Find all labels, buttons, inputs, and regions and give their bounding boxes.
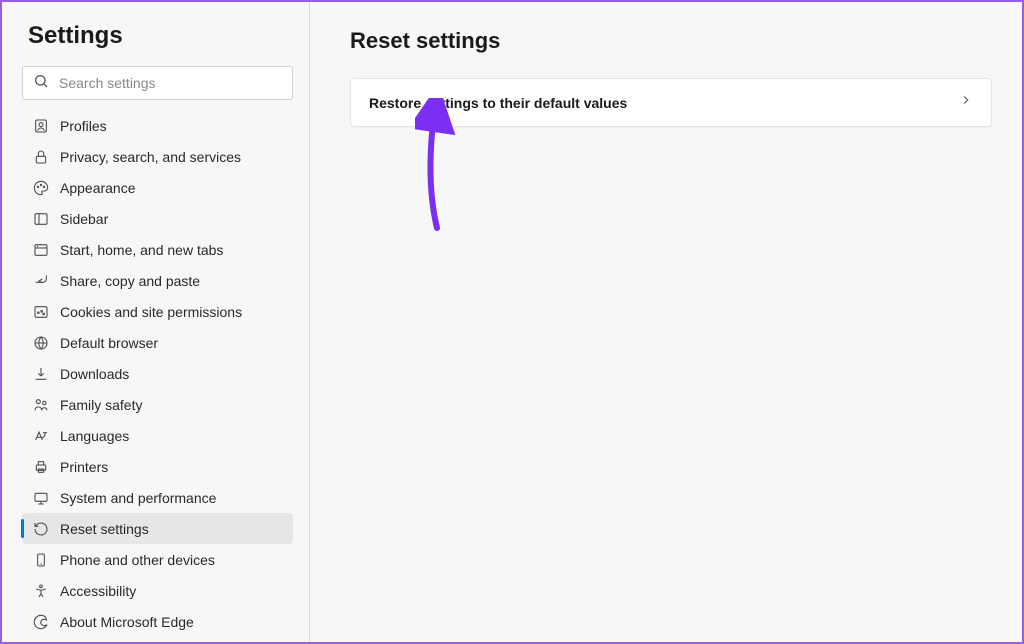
- sidebar-item-label: System and performance: [60, 490, 216, 506]
- languages-icon: [32, 427, 50, 445]
- sidebar-item-privacy[interactable]: Privacy, search, and services: [22, 141, 293, 172]
- sidebar-icon: [32, 210, 50, 228]
- sidebar-item-label: Printers: [60, 459, 108, 475]
- sidebar-item-languages[interactable]: Languages: [22, 420, 293, 451]
- sidebar-item-label: Sidebar: [60, 211, 108, 227]
- edge-icon: [32, 613, 50, 631]
- sidebar-item-label: Default browser: [60, 335, 158, 351]
- sidebar-item-label: Start, home, and new tabs: [60, 242, 223, 258]
- sidebar-item-label: Privacy, search, and services: [60, 149, 241, 165]
- sidebar-item-default-browser[interactable]: Default browser: [22, 327, 293, 358]
- family-icon: [32, 396, 50, 414]
- chevron-right-icon: [959, 93, 973, 112]
- sidebar-item-start[interactable]: Start, home, and new tabs: [22, 234, 293, 265]
- restore-defaults-button[interactable]: Restore settings to their default values: [350, 78, 992, 127]
- sidebar-item-family[interactable]: Family safety: [22, 389, 293, 420]
- search-icon: [33, 73, 49, 94]
- cookies-icon: [32, 303, 50, 321]
- accessibility-icon: [32, 582, 50, 600]
- sidebar-item-label: Profiles: [60, 118, 107, 134]
- sidebar-item-cookies[interactable]: Cookies and site permissions: [22, 296, 293, 327]
- system-icon: [32, 489, 50, 507]
- search-box[interactable]: [22, 66, 293, 100]
- settings-title: Settings: [22, 22, 293, 50]
- sidebar-item-sidebar[interactable]: Sidebar: [22, 203, 293, 234]
- sidebar-item-system[interactable]: System and performance: [22, 482, 293, 513]
- sidebar-item-downloads[interactable]: Downloads: [22, 358, 293, 389]
- sidebar-item-label: Phone and other devices: [60, 552, 215, 568]
- printers-icon: [32, 458, 50, 476]
- page-title: Reset settings: [350, 28, 992, 54]
- restore-defaults-label: Restore settings to their default values: [369, 95, 627, 111]
- sidebar-item-label: Reset settings: [60, 521, 149, 537]
- sidebar-item-reset[interactable]: Reset settings: [22, 513, 293, 544]
- sidebar-item-printers[interactable]: Printers: [22, 451, 293, 482]
- sidebar-item-accessibility[interactable]: Accessibility: [22, 575, 293, 606]
- main-content: Reset settings Restore settings to their…: [310, 2, 1022, 642]
- sidebar-item-label: Languages: [60, 428, 129, 444]
- sidebar-item-about[interactable]: About Microsoft Edge: [22, 606, 293, 637]
- phone-icon: [32, 551, 50, 569]
- sidebar-list: Profiles Privacy, search, and services A…: [22, 110, 293, 637]
- download-icon: [32, 365, 50, 383]
- reset-icon: [32, 520, 50, 538]
- start-icon: [32, 241, 50, 259]
- lock-icon: [32, 148, 50, 166]
- profiles-icon: [32, 117, 50, 135]
- browser-icon: [32, 334, 50, 352]
- sidebar-item-label: Accessibility: [60, 583, 136, 599]
- settings-sidebar: Settings Profiles Privacy, search, and s…: [2, 2, 310, 642]
- sidebar-item-label: Downloads: [60, 366, 129, 382]
- sidebar-item-label: Appearance: [60, 180, 136, 196]
- share-icon: [32, 272, 50, 290]
- appearance-icon: [32, 179, 50, 197]
- sidebar-item-phone[interactable]: Phone and other devices: [22, 544, 293, 575]
- sidebar-item-profiles[interactable]: Profiles: [22, 110, 293, 141]
- search-input[interactable]: [59, 75, 282, 91]
- sidebar-item-appearance[interactable]: Appearance: [22, 172, 293, 203]
- sidebar-item-label: Cookies and site permissions: [60, 304, 242, 320]
- sidebar-item-label: Share, copy and paste: [60, 273, 200, 289]
- sidebar-item-share[interactable]: Share, copy and paste: [22, 265, 293, 296]
- sidebar-item-label: Family safety: [60, 397, 142, 413]
- sidebar-item-label: About Microsoft Edge: [60, 614, 194, 630]
